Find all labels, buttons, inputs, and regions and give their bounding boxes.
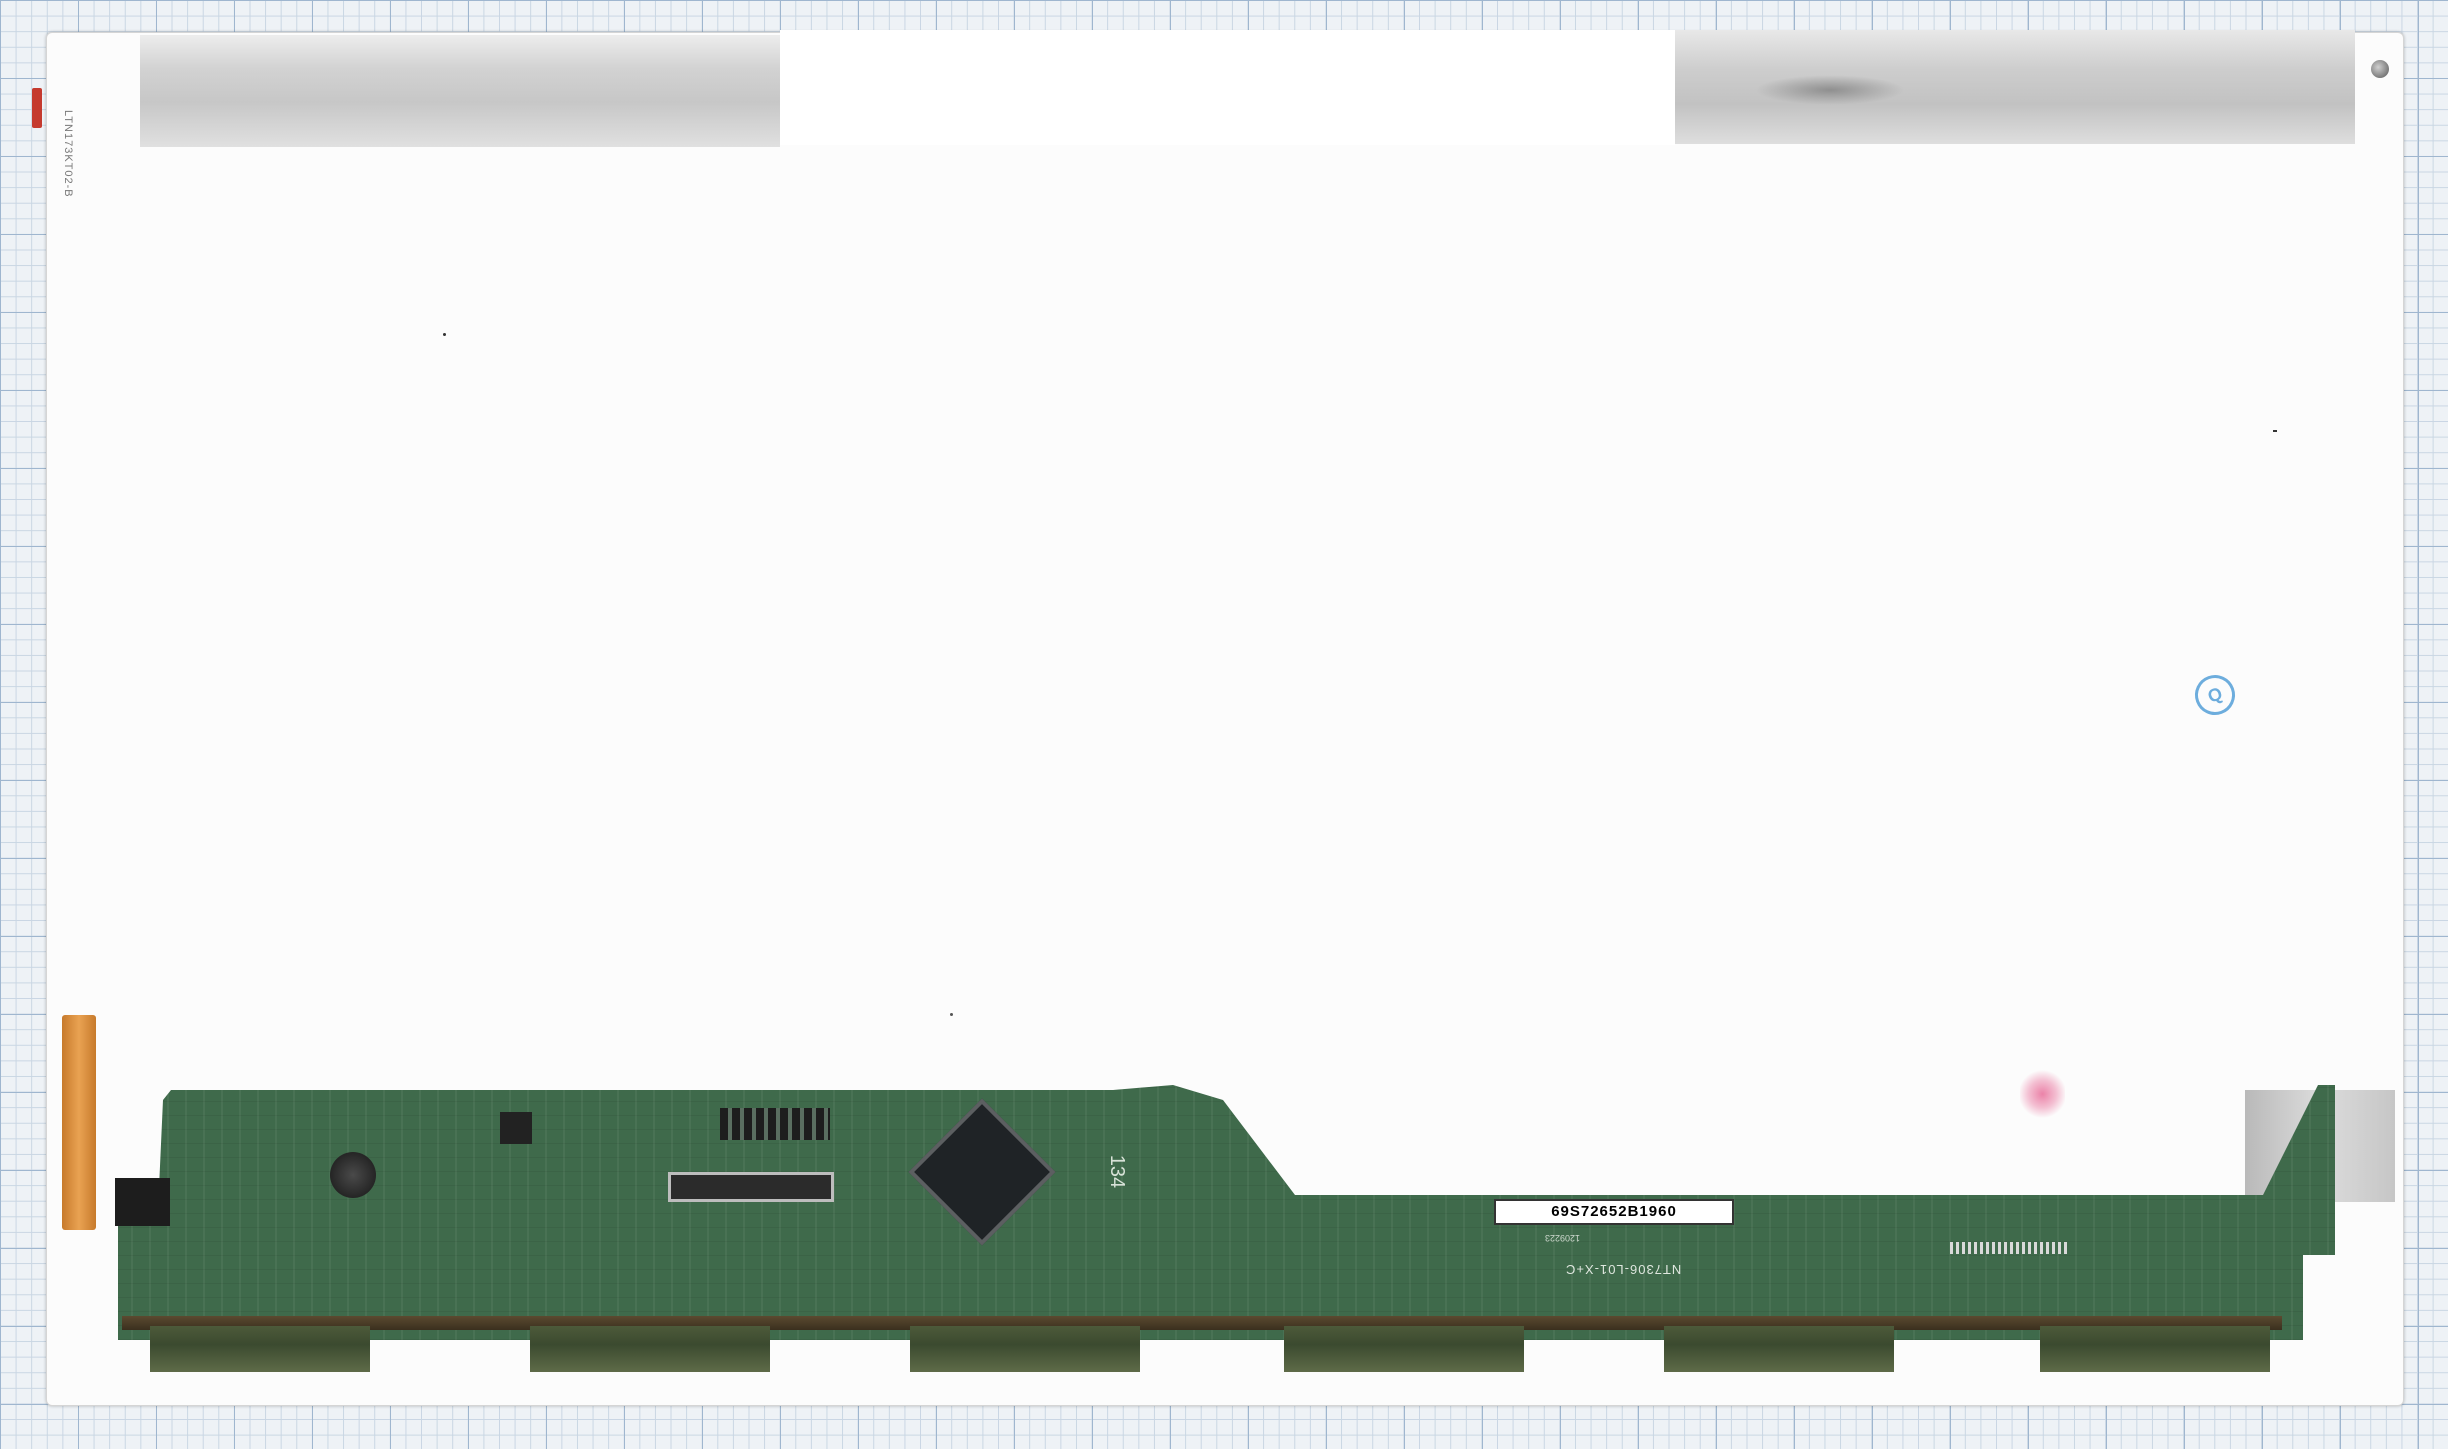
date-print: 1209223: [1545, 1233, 1581, 1243]
source-driver: [2040, 1326, 2270, 1372]
inductor: [330, 1152, 376, 1198]
pin-strip: [1950, 1242, 2070, 1254]
small-ic: [500, 1112, 532, 1144]
component-row: [720, 1108, 830, 1140]
model-print: NT7306-L01-X+C: [1565, 1262, 1682, 1277]
pcb-silkscreen: 134: [1106, 1154, 1129, 1189]
top-right-tape: [1675, 30, 2355, 144]
lvds-connector: [668, 1172, 834, 1202]
speck: [2273, 430, 2277, 432]
pcb-connector-block: [115, 1178, 170, 1226]
side-print: LTN173KT02-B: [62, 110, 74, 198]
source-driver: [530, 1326, 770, 1372]
pink-stamp: [2020, 1068, 2065, 1120]
barcode-label: 69S72652B1960: [1494, 1199, 1734, 1225]
speck: [443, 333, 446, 336]
source-driver: [150, 1326, 370, 1372]
source-driver: [1284, 1326, 1524, 1372]
top-left-tape: [140, 35, 780, 147]
source-driver: [1664, 1326, 1894, 1372]
speck: [950, 1013, 953, 1016]
source-driver: [910, 1326, 1140, 1372]
red-tab: [32, 88, 42, 128]
source-driver-strips: [122, 1326, 2282, 1376]
flex-cable: [62, 1015, 96, 1230]
screw-icon: [2371, 60, 2389, 78]
top-white-label: [780, 30, 1675, 145]
